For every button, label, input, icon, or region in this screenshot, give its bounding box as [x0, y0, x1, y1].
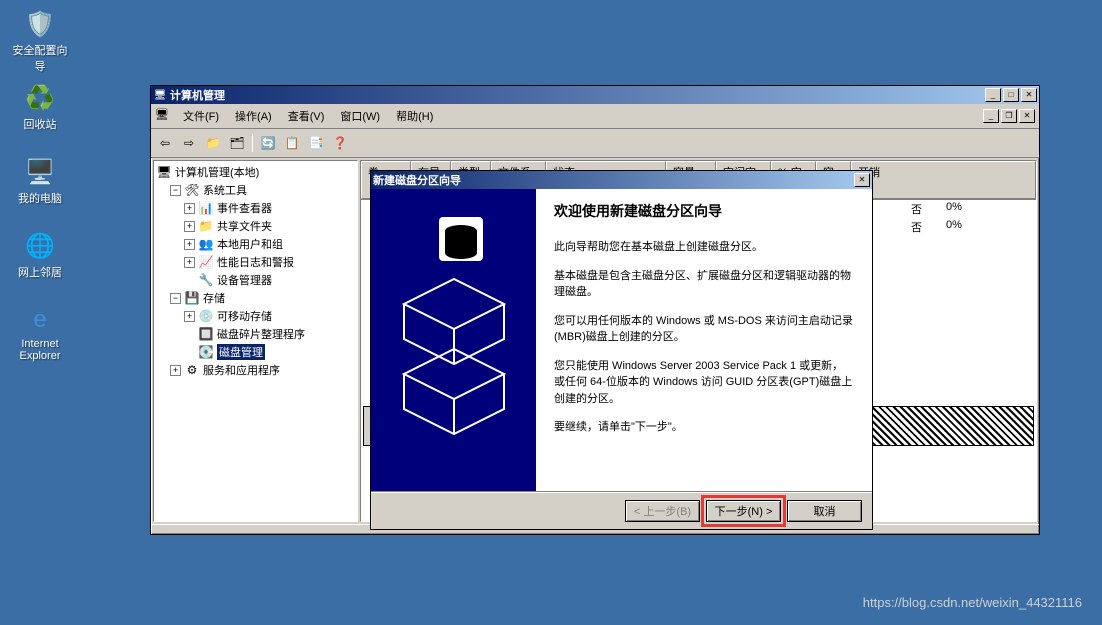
desktop-icon-network[interactable]: 🌐 网上邻居 [10, 230, 70, 280]
menubar: 🖥 文件(F) 操作(A) 查看(V) 窗口(W) 帮助(H) _ ❐ ✕ [151, 104, 1039, 129]
next-button[interactable]: 下一步(N) > [706, 500, 781, 522]
network-icon: 🌐 [24, 230, 56, 262]
cell-overhead: 0% [946, 201, 962, 217]
ie-icon: e [24, 304, 56, 336]
menu-action[interactable]: 操作(A) [227, 106, 280, 126]
shield-icon: 🛡️ [24, 8, 56, 40]
defrag-icon: 🔲 [198, 326, 214, 342]
disk-stack-icon [384, 209, 524, 479]
tree-local-users[interactable]: +👥本地用户和组 [156, 235, 355, 253]
expand-icon[interactable]: + [170, 365, 181, 376]
storage-icon: 💾 [184, 290, 200, 306]
users-icon: 👥 [198, 236, 214, 252]
wizard-text-1: 此向导帮助您在基本磁盘上创建磁盘分区。 [554, 239, 854, 256]
wizard-content: 欢迎使用新建磁盘分区向导 此向导帮助您在基本磁盘上创建磁盘分区。 基本磁盘是包含… [536, 189, 872, 491]
back-button[interactable]: ⇦ [154, 132, 176, 154]
mdi-restore-button[interactable]: ❐ [1001, 109, 1017, 123]
wizard-title: 新建磁盘分区向导 [373, 172, 852, 188]
desktop-icon-ie[interactable]: e Internet Explorer [10, 304, 70, 362]
cancel-button[interactable]: 取消 [787, 500, 862, 522]
wizard-button-bar: < 上一步(B) 下一步(N) > 取消 [371, 491, 872, 529]
computer-icon: 🖥 [156, 164, 172, 180]
device-icon: 🔧 [198, 272, 214, 288]
maximize-button[interactable]: □ [1003, 88, 1019, 102]
cell-fault: 否 [911, 201, 946, 217]
tree-shared-folders[interactable]: +📁共享文件夹 [156, 217, 355, 235]
col-overhead[interactable]: 开销 [851, 161, 1036, 199]
tree-storage[interactable]: −💾存储 [156, 289, 355, 307]
tree-defrag[interactable]: 🔲磁盘碎片整理程序 [156, 325, 355, 343]
folder-icon: 📁 [198, 218, 214, 234]
wizard-text-5: 要继续，请单击"下一步"。 [554, 419, 854, 436]
expand-icon[interactable]: + [184, 257, 195, 268]
menu-file[interactable]: 文件(F) [175, 106, 227, 126]
titlebar[interactable]: 🖥 计算机管理 _ □ ✕ [151, 86, 1039, 104]
new-partition-wizard: 新建磁盘分区向导 ✕ [370, 170, 873, 530]
help-button[interactable]: ❓ [329, 132, 351, 154]
tree-removable[interactable]: +💿可移动存储 [156, 307, 355, 325]
refresh-button[interactable]: 🔄 [257, 132, 279, 154]
view-button[interactable]: 🗂 [226, 132, 248, 154]
menu-help[interactable]: 帮助(H) [388, 106, 441, 126]
event-icon: 📊 [198, 200, 214, 216]
menu-view[interactable]: 查看(V) [280, 106, 333, 126]
props-button[interactable]: 📑 [305, 132, 327, 154]
window-title: 计算机管理 [170, 87, 983, 103]
tree-panel[interactable]: 🖥计算机管理(本地) −🛠系统工具 +📊事件查看器 +📁共享文件夹 +👥本地用户… [153, 160, 358, 522]
up-button[interactable]: 📁 [202, 132, 224, 154]
tree-root[interactable]: 🖥计算机管理(本地) [156, 163, 355, 181]
tree-system-tools[interactable]: −🛠系统工具 [156, 181, 355, 199]
expand-icon[interactable]: + [184, 239, 195, 250]
menu-icon: 🖥 [155, 108, 171, 124]
wizard-text-3: 您可以用任何版本的 Windows 或 MS-DOS 来访问主启动记录(MBR)… [554, 313, 854, 346]
desktop-icon-security[interactable]: 🛡️ 安全配置向导 [10, 8, 70, 74]
expand-icon[interactable]: + [184, 311, 195, 322]
collapse-icon[interactable]: − [170, 185, 181, 196]
tools-icon: 🛠 [184, 182, 200, 198]
services-icon: ⚙ [184, 362, 200, 378]
expand-icon[interactable]: + [184, 203, 195, 214]
export-button[interactable]: 📋 [281, 132, 303, 154]
wizard-titlebar[interactable]: 新建磁盘分区向导 ✕ [371, 171, 872, 189]
wizard-text-2: 基本磁盘是包含主磁盘分区、扩展磁盘分区和逻辑驱动器的物理磁盘。 [554, 268, 854, 301]
removable-icon: 💿 [198, 308, 214, 324]
toolbar: ⇦ ⇨ 📁 🗂 🔄 📋 📑 ❓ [151, 129, 1039, 158]
expand-icon[interactable]: + [184, 221, 195, 232]
close-button[interactable]: ✕ [1021, 88, 1037, 102]
wizard-heading: 欢迎使用新建磁盘分区向导 [554, 201, 854, 221]
app-icon: 🖥 [153, 88, 167, 102]
cell-fault: 否 [911, 219, 946, 235]
watermark: https://blog.csdn.net/weixin_44321116 [863, 595, 1082, 610]
tree-event-viewer[interactable]: +📊事件查看器 [156, 199, 355, 217]
perf-icon: 📈 [198, 254, 214, 270]
back-button: < 上一步(B) [625, 500, 700, 522]
minimize-button[interactable]: _ [985, 88, 1001, 102]
forward-button[interactable]: ⇨ [178, 132, 200, 154]
collapse-icon[interactable]: − [170, 293, 181, 304]
recycle-icon: ♻️ [24, 82, 56, 114]
desktop-icon-computer[interactable]: 🖥️ 我的电脑 [10, 156, 70, 206]
tree-device-mgr[interactable]: 🔧设备管理器 [156, 271, 355, 289]
wizard-banner [371, 189, 536, 491]
disk-icon: 💽 [198, 344, 214, 360]
computer-icon: 🖥️ [24, 156, 56, 188]
desktop-icon-recycle[interactable]: ♻️ 回收站 [10, 82, 70, 132]
separator [252, 134, 253, 152]
tree-perf-logs[interactable]: +📈性能日志和警报 [156, 253, 355, 271]
wizard-close-button[interactable]: ✕ [854, 173, 870, 187]
mdi-close-button[interactable]: ✕ [1019, 109, 1035, 123]
tree-services[interactable]: +⚙服务和应用程序 [156, 361, 355, 379]
tree-disk-mgmt[interactable]: 💽磁盘管理 [156, 343, 355, 361]
menu-window[interactable]: 窗口(W) [332, 106, 388, 126]
mdi-minimize-button[interactable]: _ [983, 109, 999, 123]
wizard-text-4: 您只能使用 Windows Server 2003 Service Pack 1… [554, 358, 854, 408]
cell-overhead: 0% [946, 219, 962, 235]
